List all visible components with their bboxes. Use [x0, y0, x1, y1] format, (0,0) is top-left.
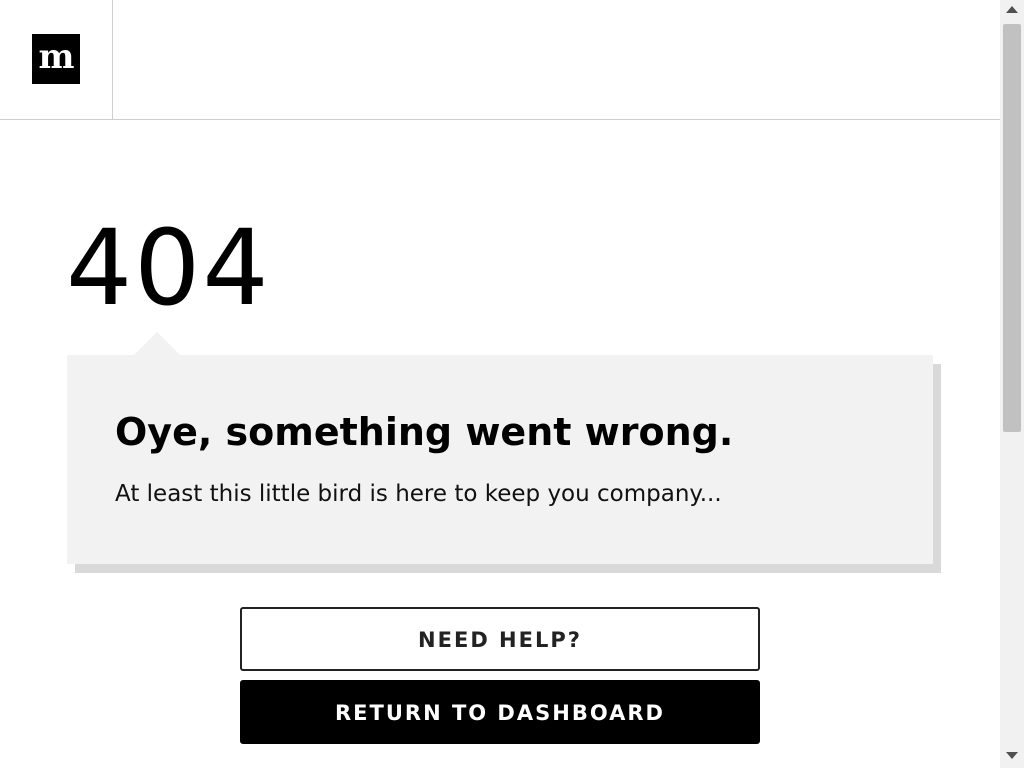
- page: m 404 Oye, something went wrong. At leas…: [0, 0, 1000, 768]
- vertical-scrollbar[interactable]: [1000, 0, 1024, 768]
- error-message: At least this little bird is here to kee…: [115, 481, 722, 507]
- site-header: m: [0, 0, 1000, 120]
- return-to-dashboard-button[interactable]: RETURN TO DASHBOARD: [240, 680, 760, 744]
- error-card: Oye, something went wrong. At least this…: [67, 355, 933, 564]
- brand-logo-icon[interactable]: m: [32, 34, 80, 84]
- card-pointer: [133, 332, 181, 356]
- scrollbar-thumb[interactable]: [1003, 24, 1021, 432]
- scroll-down-arrow-icon[interactable]: [1006, 752, 1018, 759]
- logo-cell: m: [0, 0, 113, 119]
- need-help-button[interactable]: NEED HELP?: [240, 607, 760, 671]
- error-title: Oye, something went wrong.: [115, 410, 734, 454]
- error-code: 404: [66, 207, 271, 329]
- scroll-up-arrow-icon[interactable]: [1006, 6, 1018, 13]
